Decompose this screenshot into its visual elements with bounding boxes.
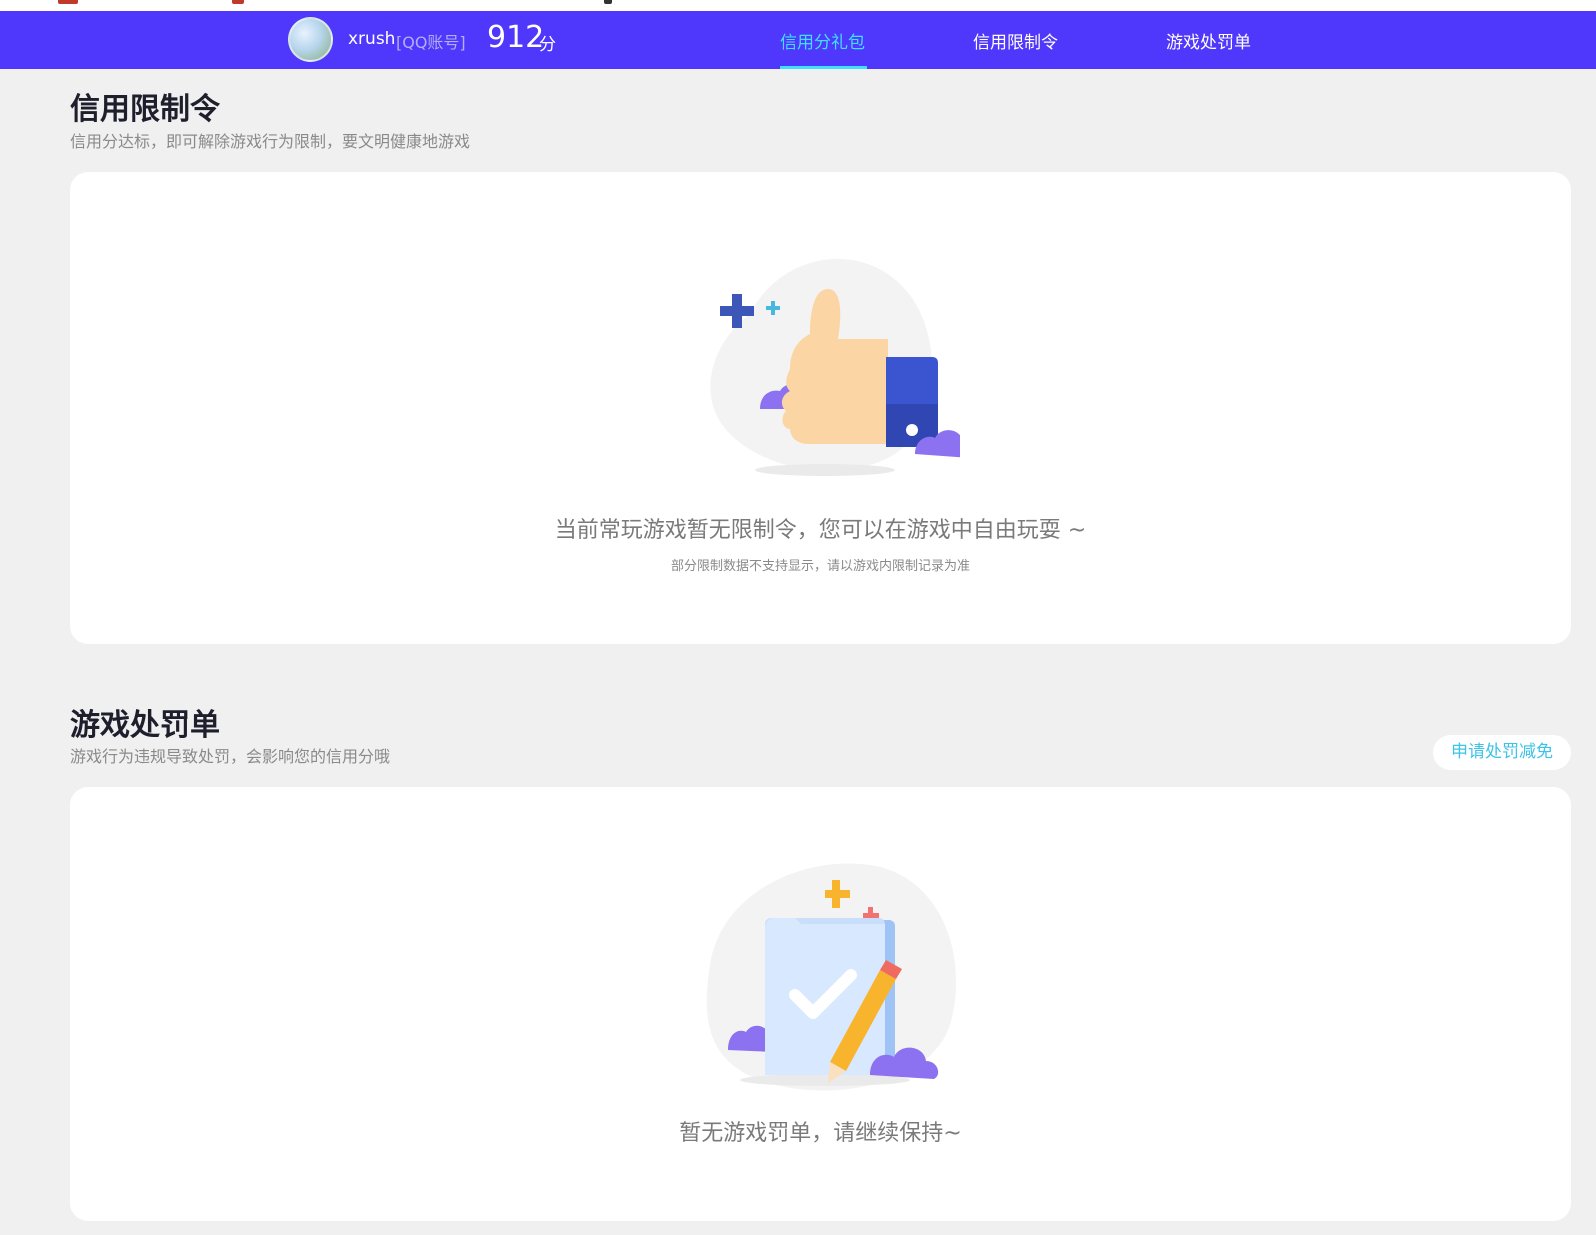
restriction-section-title: 信用限制令: [70, 92, 220, 127]
restriction-card: 当前常玩游戏暂无限制令，您可以在游戏中自由玩耍 ~ 部分限制数据不支持显示，请以…: [70, 172, 1571, 644]
tab-credit-restriction[interactable]: 信用限制令: [973, 28, 1058, 53]
username: xrush: [348, 29, 396, 49]
avatar[interactable]: [288, 17, 333, 62]
tab-fragment-3: [604, 0, 612, 4]
document-check-illustration: [706, 863, 957, 1091]
credit-score-unit: 分: [539, 35, 556, 55]
credit-score: 912: [487, 20, 545, 55]
penalty-card: 暂无游戏罚单，请继续保持~: [70, 787, 1571, 1221]
top-navigation-bar: xrush [QQ账号] 912 分 信用分礼包 信用限制令 游戏处罚单: [0, 11, 1596, 69]
restriction-empty-text: 当前常玩游戏暂无限制令，您可以在游戏中自由玩耍 ~: [554, 518, 1087, 543]
restriction-empty-note: 部分限制数据不支持显示，请以游戏内限制记录为准: [670, 559, 970, 574]
apply-penalty-reduction-button[interactable]: 申请处罚减免: [1433, 735, 1571, 770]
penalty-section-subtitle: 游戏行为违规导致处罚，会影响您的信用分哦: [70, 747, 391, 766]
tab-game-penalty[interactable]: 游戏处罚单: [1166, 28, 1251, 53]
tab-credit-gift[interactable]: 信用分礼包: [780, 28, 865, 53]
tab-fragment-1: [58, 0, 78, 4]
penalty-empty-text: 暂无游戏罚单，请继续保持~: [679, 1121, 962, 1146]
active-tab-underline: [780, 66, 867, 69]
thumbs-up-illustration: [710, 252, 960, 476]
restriction-section-subtitle: 信用分达标，即可解除游戏行为限制，要文明健康地游戏: [70, 132, 471, 151]
penalty-section-title: 游戏处罚单: [70, 708, 220, 743]
browser-tab-strip: [0, 0, 1596, 11]
tab-fragment-2: [232, 0, 244, 4]
account-type: [QQ账号]: [396, 33, 466, 52]
